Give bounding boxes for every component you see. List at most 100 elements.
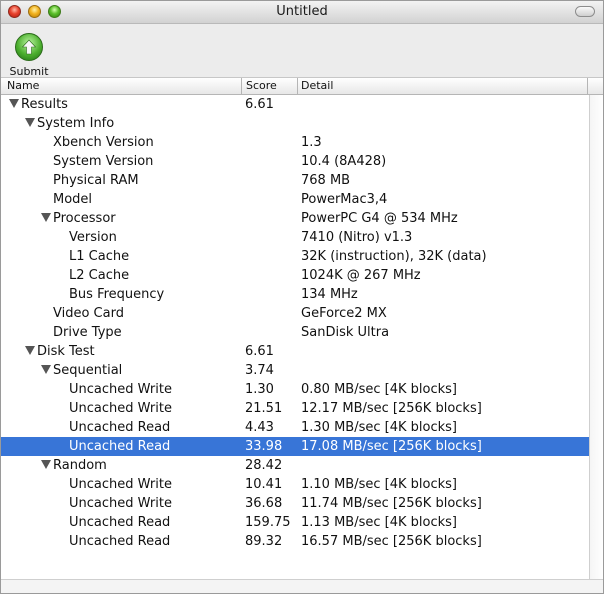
row-name-cell: Drive Type xyxy=(41,325,122,340)
row-name-label: Uncached Write xyxy=(69,382,172,397)
column-divider[interactable] xyxy=(241,78,242,94)
table-row[interactable]: Random 28.42 xyxy=(1,456,589,475)
row-name-cell: Model xyxy=(41,192,92,207)
table-row[interactable]: Uncached Read 4.43 1.30 MB/sec [4K blocks] xyxy=(1,418,589,437)
row-score-cell: 28.42 xyxy=(245,458,283,473)
row-name-label: Xbench Version xyxy=(53,135,154,150)
row-detail-cell: 1.13 MB/sec [4K blocks] xyxy=(301,515,457,530)
row-name-cell: Uncached Read xyxy=(57,420,170,435)
table-row[interactable]: Results 6.61 xyxy=(1,95,589,114)
table-row[interactable]: Processor PowerPC G4 @ 534 MHz xyxy=(1,209,589,228)
row-name-cell: Uncached Write xyxy=(57,382,172,397)
row-name-label: Uncached Read xyxy=(69,420,171,435)
table-row[interactable]: Uncached Write 10.41 1.10 MB/sec [4K block… xyxy=(1,475,589,494)
row-name-cell: L2 Cache xyxy=(57,268,129,283)
row-name-cell: Uncached Write xyxy=(57,477,172,492)
row-detail-cell: 134 MHz xyxy=(301,287,358,302)
table-row[interactable]: Model PowerMac3,4 xyxy=(1,190,589,209)
table-row[interactable]: Disk Test 6.61 xyxy=(1,342,589,361)
score-column-header[interactable]: Score xyxy=(246,79,277,92)
column-divider[interactable] xyxy=(297,78,298,94)
row-name-label: Uncached Write xyxy=(69,496,172,511)
row-detail-cell: 10.4 (8A428) xyxy=(301,154,387,169)
row-name-label: Drive Type xyxy=(53,325,122,340)
app-window: Untitled Submit Name Score Detail Result… xyxy=(0,0,604,594)
row-score-cell: 3.74 xyxy=(245,363,274,378)
column-divider[interactable] xyxy=(587,78,588,94)
row-score-cell: 1.30 xyxy=(245,382,274,397)
row-name-label: System Version xyxy=(53,154,154,169)
row-name-cell: Disk Test xyxy=(25,344,95,359)
disclosure-triangle-icon[interactable] xyxy=(41,213,51,222)
row-detail-cell: SanDisk Ultra xyxy=(301,325,390,340)
row-name-cell: Processor xyxy=(41,211,116,226)
row-score-cell: 6.61 xyxy=(245,344,274,359)
disclosure-triangle-icon[interactable] xyxy=(25,118,35,127)
table-row[interactable]: Uncached Write 1.30 0.80 MB/sec [4K blocks… xyxy=(1,380,589,399)
row-detail-cell: 17.08 MB/sec [256K blocks] xyxy=(301,439,482,454)
row-name-label: Model xyxy=(53,192,93,207)
row-score-cell: 33.98 xyxy=(245,439,283,454)
row-name-label: Uncached Read xyxy=(69,534,171,549)
row-score-cell: 4.43 xyxy=(245,420,274,435)
table-row[interactable]: Version 7410 (Nitro) v1.3 xyxy=(1,228,589,247)
row-name-cell: Xbench Version xyxy=(41,135,154,150)
row-detail-cell: 0.80 MB/sec [4K blocks] xyxy=(301,382,457,397)
table-row[interactable]: Uncached Read 159.75 1.13 MB/sec [4K block… xyxy=(1,513,589,532)
toolbar-toggle-button[interactable] xyxy=(575,6,595,17)
table-row[interactable]: Uncached Write 36.68 11.74 MB/sec [256K bl… xyxy=(1,494,589,513)
table-row[interactable]: Video Card GeForce2 MX xyxy=(1,304,589,323)
row-name-cell: System Info xyxy=(25,116,114,131)
name-column-header[interactable]: Name xyxy=(7,79,39,92)
disclosure-triangle-icon[interactable] xyxy=(41,365,51,374)
table-row[interactable]: Xbench Version 1.3 xyxy=(1,133,589,152)
table-row[interactable]: System Info xyxy=(1,114,589,133)
row-detail-cell: 1.3 xyxy=(301,135,322,150)
row-name-label: Version xyxy=(69,230,117,245)
row-detail-cell: GeForce2 MX xyxy=(301,306,387,321)
disclosure-triangle-icon[interactable] xyxy=(25,346,35,355)
row-name-label: Bus Frequency xyxy=(69,287,165,302)
submit-button[interactable]: Submit xyxy=(7,30,51,78)
row-detail-cell: PowerPC G4 @ 534 MHz xyxy=(301,211,458,226)
table-row[interactable]: Bus Frequency 134 MHz xyxy=(1,285,589,304)
row-detail-cell: 768 MB xyxy=(301,173,351,188)
row-name-cell: Uncached Read xyxy=(57,515,170,530)
results-outline-view[interactable]: Results 6.61 System Info Xbench Version 1.3 S… xyxy=(1,95,589,579)
table-row[interactable]: System Version 10.4 (8A428) xyxy=(1,152,589,171)
table-row[interactable]: Drive Type SanDisk Ultra xyxy=(1,323,589,342)
row-score-cell: 36.68 xyxy=(245,496,283,511)
row-detail-cell: PowerMac3,4 xyxy=(301,192,388,207)
horizontal-scrollbar[interactable] xyxy=(1,579,603,593)
row-name-label: Results xyxy=(21,97,68,112)
row-name-label: L2 Cache xyxy=(69,268,130,283)
disclosure-triangle-icon[interactable] xyxy=(41,460,51,469)
vertical-scrollbar[interactable] xyxy=(589,95,603,579)
row-name-label: Uncached Write xyxy=(69,477,172,492)
table-row[interactable]: L2 Cache 1024K @ 267 MHz xyxy=(1,266,589,285)
row-name-cell: Uncached Write xyxy=(57,496,172,511)
row-score-cell: 10.41 xyxy=(245,477,283,492)
row-detail-cell: 32K (instruction), 32K (data) xyxy=(301,249,487,264)
title-bar[interactable]: Untitled xyxy=(1,1,603,24)
disclosure-triangle-icon[interactable] xyxy=(9,99,19,108)
row-name-cell: Video Card xyxy=(41,306,124,321)
table-row[interactable]: Uncached Read 89.32 16.57 MB/sec [256K blo… xyxy=(1,532,589,551)
table-row[interactable]: L1 Cache 32K (instruction), 32K (data) xyxy=(1,247,589,266)
detail-column-header[interactable]: Detail xyxy=(301,79,333,92)
row-name-cell: Uncached Read xyxy=(57,439,170,454)
row-name-cell: Version xyxy=(57,230,117,245)
table-row[interactable]: Uncached Read 33.98 17.08 MB/sec [256K blo… xyxy=(1,437,589,456)
row-name-label: Disk Test xyxy=(37,344,95,359)
table-row[interactable]: Uncached Write 21.51 12.17 MB/sec [256K bl… xyxy=(1,399,589,418)
column-headers: Name Score Detail xyxy=(1,78,603,95)
table-row[interactable]: Physical RAM 768 MB xyxy=(1,171,589,190)
row-name-label: L1 Cache xyxy=(69,249,130,264)
table-row[interactable]: Sequential 3.74 xyxy=(1,361,589,380)
green-up-arrow-icon xyxy=(15,33,43,61)
submit-label: Submit xyxy=(9,65,49,78)
row-name-label: Uncached Read xyxy=(69,515,171,530)
row-name-cell: Sequential xyxy=(41,363,122,378)
row-name-label: Video Card xyxy=(53,306,124,321)
row-name-cell: Uncached Read xyxy=(57,534,170,549)
